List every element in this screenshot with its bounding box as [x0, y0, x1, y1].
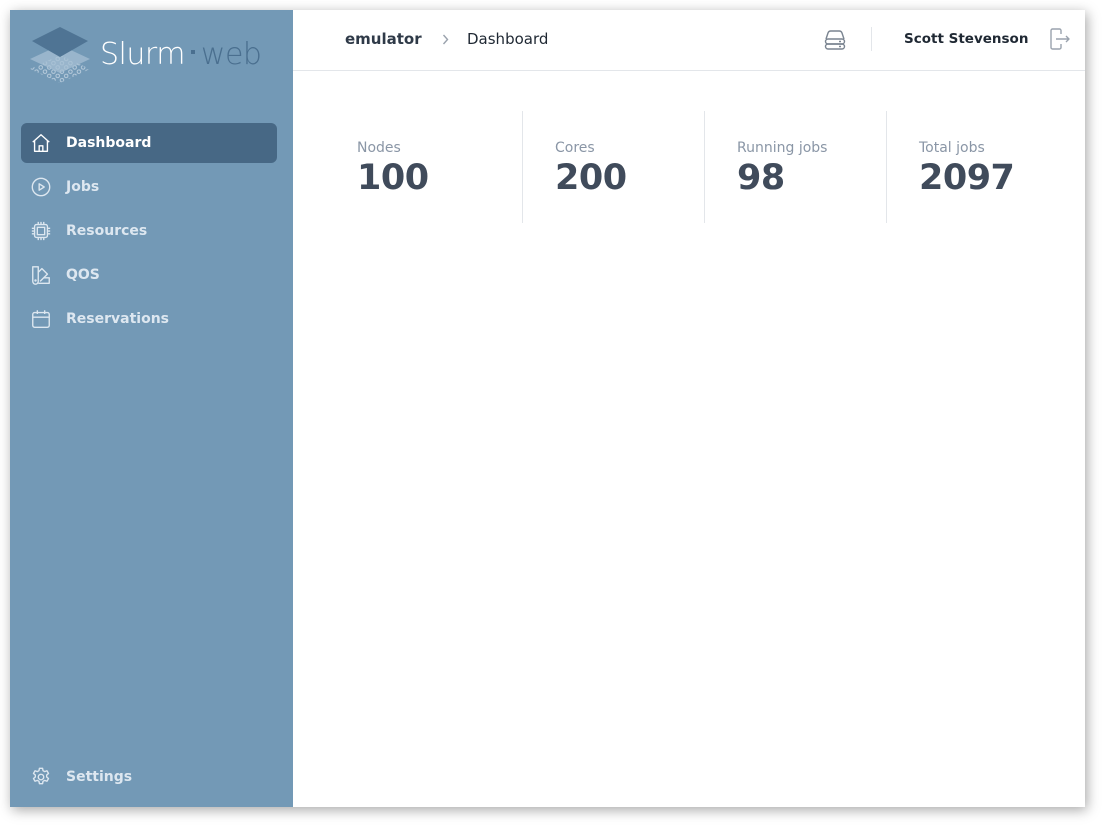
stats-panel: Nodes 100 Cores 200 Running jobs 98 Tota… — [340, 111, 1068, 223]
home-icon — [30, 132, 52, 154]
sidebar-item-settings[interactable]: Settings — [21, 757, 277, 797]
stat-label: Nodes — [357, 140, 401, 156]
stat-label: Running jobs — [737, 140, 828, 156]
swatch-icon — [30, 264, 52, 286]
main-content: emulator Dashboard Scott Stevenson Nodes… — [293, 10, 1085, 807]
sidebar: Slurm web Dashboard Jobs Resources QOS R… — [10, 10, 293, 807]
settings-section: Settings — [21, 757, 277, 801]
stat-cores: Cores 200 — [522, 111, 704, 223]
calendar-icon — [30, 308, 52, 330]
sidebar-item-resources[interactable]: Resources — [21, 211, 277, 251]
logo-text: Slurm web — [100, 36, 262, 72]
cpu-chip-icon — [30, 220, 52, 242]
breadcrumb-current-page: Dashboard — [467, 30, 549, 48]
stat-running-jobs: Running jobs 98 — [704, 111, 886, 223]
stat-nodes: Nodes 100 — [340, 111, 522, 223]
gear-icon — [30, 766, 52, 788]
stat-value: 200 — [555, 158, 627, 198]
sidebar-item-jobs[interactable]: Jobs — [21, 167, 277, 207]
breadcrumb-chevron-icon — [441, 30, 451, 48]
play-circle-icon — [30, 176, 52, 198]
sidebar-item-reservations[interactable]: Reservations — [21, 299, 277, 339]
sidebar-item-dashboard[interactable]: Dashboard — [21, 123, 277, 163]
breadcrumb-cluster[interactable]: emulator — [345, 30, 422, 48]
user-name: Scott Stevenson — [904, 31, 1029, 47]
sidebar-nav: Dashboard Jobs Resources QOS Reservation… — [21, 123, 277, 343]
stat-total-jobs: Total jobs 2097 — [886, 111, 1068, 223]
sidebar-item-label: Reservations — [66, 311, 169, 327]
sidebar-item-label: Resources — [66, 223, 148, 239]
logo-layers-icon — [30, 27, 90, 83]
logout-icon[interactable] — [1047, 27, 1071, 51]
settings-label: Settings — [66, 769, 133, 785]
app-window: Slurm web Dashboard Jobs Resources QOS R… — [10, 10, 1085, 807]
stat-label: Cores — [555, 140, 595, 156]
stat-value: 2097 — [919, 158, 1015, 198]
stat-value: 100 — [357, 158, 429, 198]
logo[interactable]: Slurm web — [28, 24, 262, 84]
top-bar: emulator Dashboard Scott Stevenson — [293, 10, 1085, 71]
divider — [871, 27, 872, 51]
sidebar-item-label: Dashboard — [66, 135, 152, 151]
sidebar-item-label: Jobs — [66, 179, 100, 195]
sidebar-item-qos[interactable]: QOS — [21, 255, 277, 295]
sidebar-item-label: QOS — [66, 267, 100, 283]
stat-label: Total jobs — [919, 140, 985, 156]
server-stack-icon[interactable] — [823, 29, 847, 51]
stat-value: 98 — [737, 158, 785, 198]
